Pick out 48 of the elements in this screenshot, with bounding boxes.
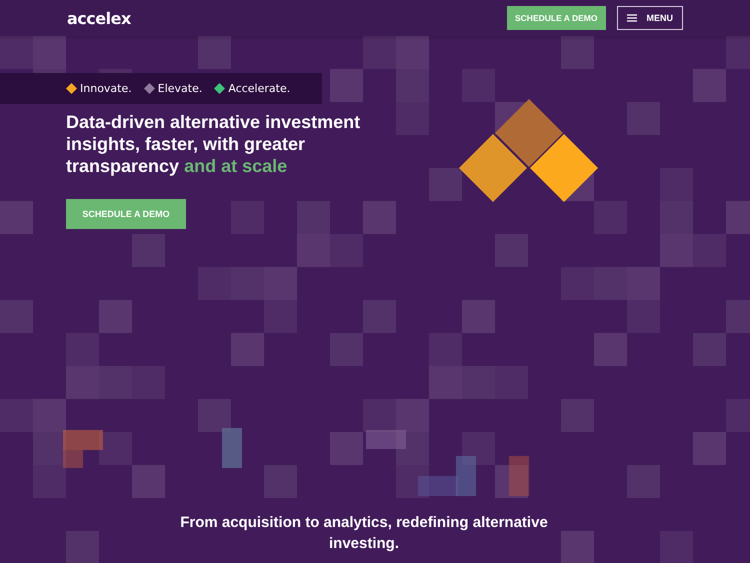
background-tile (99, 300, 132, 333)
background-tile (561, 36, 594, 69)
background-tile (33, 465, 66, 498)
background-tile (33, 432, 66, 465)
background-tile (561, 531, 594, 563)
background-tile (396, 432, 429, 465)
menu-icon (626, 14, 636, 22)
background-tile (429, 333, 462, 366)
tagline-text: Accelerate. (228, 82, 290, 95)
pixel-block (418, 456, 476, 496)
menu-button[interactable]: MENU (616, 6, 683, 30)
background-tile (231, 333, 264, 366)
background-tile (462, 432, 495, 465)
background-tile (693, 432, 726, 465)
tagline-paragraph: From acquisition to analytics, redefining alternative investing. (179, 513, 549, 554)
background-tile (264, 300, 297, 333)
background-tile (198, 36, 231, 69)
pixel-block (222, 428, 242, 468)
background-tile (726, 201, 750, 234)
background-tile (66, 333, 99, 366)
background-tile (726, 399, 750, 432)
background-tile (462, 300, 495, 333)
pixel-block (509, 456, 529, 496)
pixel-block (366, 430, 406, 449)
logo[interactable]: accelex (67, 8, 131, 28)
hero-heading: Data-driven alternative investment insights, faster, with greater transparency and at scale (66, 111, 362, 177)
background-tile (396, 69, 429, 102)
background-tile (594, 201, 627, 234)
background-tile (594, 333, 627, 366)
tagline-text: Innovate. (80, 82, 132, 95)
pixel-block (63, 430, 103, 468)
background-tile (396, 465, 429, 498)
background-tile (495, 465, 528, 498)
tagline-text: Elevate. (158, 82, 202, 95)
background-tile (726, 36, 750, 69)
background-tile (462, 69, 495, 102)
background-tile (627, 300, 660, 333)
background-tile (330, 432, 363, 465)
background-tile (429, 168, 462, 201)
background-tile (132, 465, 165, 498)
background-tile (198, 399, 231, 432)
background-tile (330, 69, 363, 102)
background-tile (363, 201, 396, 234)
background-tile (0, 201, 33, 234)
background-tile (99, 432, 132, 465)
background-tile (297, 201, 330, 234)
background-tile (693, 69, 726, 102)
background-tile (660, 201, 693, 234)
